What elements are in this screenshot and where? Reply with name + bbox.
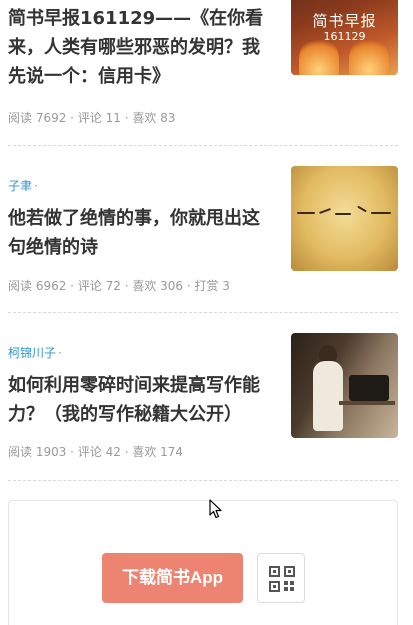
typewriter-shape bbox=[349, 375, 389, 401]
article-title[interactable]: 简书早报161129——《在你看 来，人类有哪些邪恶的发明？我 先说一个：信用卡… bbox=[8, 4, 284, 91]
divider bbox=[8, 480, 398, 481]
mouse-cursor-icon bbox=[209, 499, 222, 519]
ink-stroke bbox=[357, 205, 367, 213]
download-app-button[interactable]: 下载简书App bbox=[102, 553, 243, 603]
ink-stroke bbox=[297, 212, 315, 214]
article-item[interactable]: 柯锦川子 · 如何利用零碎时间来提高写作能 力？（我的写作秘籍大公开） 阅读 19… bbox=[0, 313, 413, 481]
author-link[interactable]: 柯锦川子 · bbox=[8, 344, 62, 361]
article-item[interactable]: 简书早报161129——《在你看 来，人类有哪些邪恶的发明？我 先说一个：信用卡… bbox=[0, 0, 413, 146]
article-meta: 阅读 1903 · 评论 42 · 喜欢 174 bbox=[8, 445, 184, 459]
ink-stroke bbox=[371, 212, 391, 214]
ink-stroke bbox=[335, 213, 351, 215]
download-panel: 下载简书App bbox=[8, 500, 398, 625]
author-link[interactable]: 子聿 · bbox=[8, 177, 38, 194]
figure-body bbox=[313, 361, 343, 431]
newspaper-cover-image[interactable]: 简书早报 161129 bbox=[291, 0, 398, 75]
qr-code-button[interactable] bbox=[257, 553, 305, 603]
thumb-title: 简书早报 bbox=[312, 12, 377, 30]
ink-stroke bbox=[319, 208, 331, 214]
calligraphy-paper-image[interactable] bbox=[291, 166, 398, 271]
article-meta: 阅读 7692 · 评论 11 · 喜欢 83 bbox=[8, 111, 176, 125]
article-item[interactable]: 子聿 · 他若做了绝情的事，你就甩出这 句绝情的诗 阅读 6962 · 评论 72… bbox=[0, 146, 413, 313]
typewriter-photo-image[interactable] bbox=[291, 333, 398, 438]
table-shape bbox=[339, 401, 395, 405]
article-title[interactable]: 他若做了绝情的事，你就甩出这 句绝情的诗 bbox=[8, 204, 284, 262]
article-meta: 阅读 6962 · 评论 72 · 喜欢 306 · 打赏 3 bbox=[8, 279, 230, 293]
article-title[interactable]: 如何利用零碎时间来提高写作能 力？（我的写作秘籍大公开） bbox=[8, 371, 284, 429]
qr-code-icon bbox=[269, 566, 295, 592]
